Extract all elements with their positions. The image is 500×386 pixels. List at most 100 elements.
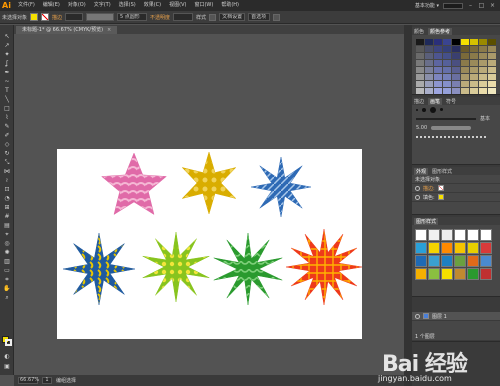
color-guide-swatch[interactable] (479, 39, 487, 45)
color-guide-swatch[interactable] (443, 53, 451, 59)
direct-selection-tool-icon[interactable]: ↗ (3, 42, 11, 50)
screen-mode-icon[interactable]: ▣ (3, 363, 11, 371)
variable-width-dropdown[interactable] (86, 13, 115, 21)
calligraphic-brush-preview[interactable] (431, 125, 472, 130)
color-guide-swatch[interactable] (470, 53, 478, 59)
color-guide-swatch[interactable] (461, 60, 469, 66)
column-graph-tool-icon[interactable]: ▥ (3, 258, 11, 266)
fill-attribute-label[interactable]: 填色: (423, 194, 435, 201)
menu-help[interactable]: 帮助(H) (217, 0, 243, 11)
menu-file[interactable]: 文件(F) (14, 0, 39, 11)
hand-tool-icon[interactable]: ✋ (3, 285, 11, 293)
color-guide-swatch[interactable] (416, 67, 424, 73)
color-guide-swatch[interactable] (479, 46, 487, 52)
mesh-tool-icon[interactable]: # (3, 213, 11, 221)
color-guide-swatch[interactable] (452, 53, 460, 59)
appearance-fill-row[interactable]: 填色: (412, 193, 500, 202)
pink-swirl-star[interactable] (101, 152, 167, 216)
color-guide-swatch[interactable] (416, 88, 424, 94)
graphic-style-swatch[interactable] (441, 242, 453, 254)
color-guide-swatch[interactable] (470, 67, 478, 73)
preferences-button[interactable]: 首选项 (248, 13, 271, 21)
color-guide-swatch[interactable] (425, 39, 433, 45)
color-guide-swatch[interactable] (425, 60, 433, 66)
color-guide-swatch[interactable] (425, 81, 433, 87)
rotate-tool-icon[interactable]: ↻ (3, 150, 11, 158)
maximize-button[interactable]: □ (478, 2, 485, 9)
color-guide-swatch[interactable] (470, 46, 478, 52)
appearance-stroke-swatch[interactable] (437, 185, 444, 191)
perspective-grid-tool-icon[interactable]: ⊞ (3, 204, 11, 212)
tab-graphic-styles[interactable]: 图形样式 (432, 168, 452, 175)
search-input[interactable] (443, 2, 463, 9)
color-guide-swatch[interactable] (425, 74, 433, 80)
paintbrush-tool-icon[interactable]: ⌇ (3, 114, 11, 122)
color-guide-swatch[interactable] (470, 81, 478, 87)
color-guide-swatch[interactable] (488, 53, 496, 59)
menu-effect[interactable]: 效果(C) (140, 0, 165, 11)
color-guide-swatch[interactable] (452, 81, 460, 87)
graphic-style-swatch[interactable] (480, 268, 492, 280)
graphic-style-swatch[interactable] (415, 229, 427, 241)
brush-dot-1[interactable] (416, 108, 418, 111)
graphic-style-swatch[interactable] (454, 229, 466, 241)
color-guide-swatch[interactable] (425, 53, 433, 59)
graphic-style-swatch[interactable] (480, 242, 492, 254)
graphic-style-swatch[interactable] (480, 255, 492, 267)
artboard-number-field[interactable]: 1 (42, 377, 52, 384)
zoom-tool-icon[interactable]: ⌕ (3, 294, 11, 302)
graphic-style-swatch[interactable] (467, 255, 479, 267)
color-guide-swatch[interactable] (488, 46, 496, 52)
minimize-button[interactable]: – (467, 2, 474, 9)
color-guide-swatch[interactable] (434, 46, 442, 52)
layer-visibility-icon[interactable] (415, 313, 420, 319)
visibility-eye-icon[interactable] (415, 194, 420, 200)
color-guide-swatch[interactable] (479, 53, 487, 59)
close-button[interactable]: × (489, 2, 496, 9)
lime-star[interactable] (142, 231, 210, 303)
layer-name[interactable]: 图层 1 (432, 313, 447, 320)
graphic-style-swatch[interactable] (467, 268, 479, 280)
color-guide-swatch[interactable] (416, 81, 424, 87)
slice-tool-icon[interactable]: ⌗ (3, 276, 11, 284)
color-guide-swatch[interactable] (443, 46, 451, 52)
graphic-style-swatch[interactable] (480, 229, 492, 241)
pencil-tool-icon[interactable]: ✎ (3, 123, 11, 131)
color-guide-swatch[interactable] (434, 88, 442, 94)
close-tab-icon[interactable]: × (107, 27, 111, 33)
green-star[interactable] (213, 232, 283, 306)
color-guide-swatch[interactable] (443, 81, 451, 87)
color-guide-swatch[interactable] (434, 60, 442, 66)
color-guide-swatch[interactable] (434, 81, 442, 87)
color-guide-swatch[interactable] (416, 53, 424, 59)
color-guide-swatch[interactable] (416, 46, 424, 52)
visibility-eye-icon[interactable] (415, 185, 420, 191)
color-guide-swatch[interactable] (425, 88, 433, 94)
graphic-style-swatch[interactable] (428, 255, 440, 267)
color-guide-swatch[interactable] (416, 39, 424, 45)
graphic-style-swatch[interactable] (441, 255, 453, 267)
color-guide-swatch[interactable] (461, 81, 469, 87)
color-guide-swatch[interactable] (452, 67, 460, 73)
color-guide-swatch[interactable] (443, 74, 451, 80)
fill-swatch[interactable] (30, 13, 39, 21)
menu-object[interactable]: 对象(O) (64, 0, 90, 11)
graphic-style-swatch[interactable] (428, 242, 440, 254)
color-guide-swatch[interactable] (479, 81, 487, 87)
color-guide-swatch[interactable] (452, 74, 460, 80)
color-guide-swatch[interactable] (470, 60, 478, 66)
orange-red-star[interactable] (285, 228, 363, 306)
color-guide-swatch[interactable] (461, 53, 469, 59)
brush-stroke-preview[interactable] (416, 117, 476, 120)
brush-dot-3[interactable] (430, 106, 436, 113)
color-guide-swatch[interactable] (452, 60, 460, 66)
tab-symbols[interactable]: 符号 (446, 98, 456, 105)
color-guide-swatch[interactable] (461, 67, 469, 73)
color-guide-swatch[interactable] (479, 60, 487, 66)
menu-select[interactable]: 选择(S) (115, 0, 140, 11)
width-tool-icon[interactable]: ⋈ (3, 168, 11, 176)
color-guide-swatch[interactable] (416, 74, 424, 80)
graphic-style-swatch[interactable] (428, 229, 440, 241)
brush-dot-2[interactable] (422, 107, 426, 112)
color-guide-swatch[interactable] (479, 74, 487, 80)
